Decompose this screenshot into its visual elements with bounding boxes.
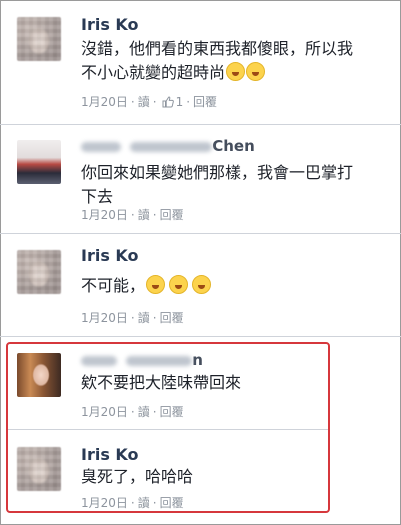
comment-text: 不可能， <box>81 274 391 298</box>
separator: · <box>152 404 157 419</box>
comment-text-line: 不可能， <box>81 276 146 295</box>
separator: · <box>130 495 135 510</box>
comment-author[interactable]: Iris Ko <box>81 445 139 464</box>
read-button[interactable]: 讀 <box>138 309 150 326</box>
avatar[interactable] <box>17 17 61 61</box>
comment-date[interactable]: 1月20日 <box>81 309 128 326</box>
reply-button[interactable]: 回覆 <box>160 403 184 420</box>
comment-meta: 1月20日 · 讀 · 1 · 回覆 <box>81 93 217 110</box>
comment-meta: 1月20日 · 讀 · 回覆 <box>81 309 184 326</box>
separator: · <box>152 495 157 510</box>
comment-author[interactable]: Iris Ko <box>81 246 139 265</box>
rofl-emoji-icon <box>169 275 189 294</box>
comment-text-line-last: 不小心就變的超時尚 <box>81 61 391 85</box>
comment-meta: 1月20日 · 讀 · 回覆 <box>81 206 184 223</box>
separator: · <box>186 94 191 109</box>
divider <box>0 124 401 125</box>
comment-date[interactable]: 1月20日 <box>81 494 128 511</box>
laughing-emoji-icon <box>246 62 266 81</box>
read-button[interactable]: 讀 <box>138 206 150 223</box>
avatar[interactable] <box>17 140 61 184</box>
comment-text: 臭死了，哈哈哈 <box>81 465 321 489</box>
divider <box>0 233 401 234</box>
separator: · <box>130 207 135 222</box>
divider <box>8 429 328 430</box>
separator: · <box>152 310 157 325</box>
reply-button[interactable]: 回覆 <box>160 206 184 223</box>
thumbs-up-icon[interactable] <box>162 96 174 108</box>
comment-text-line: 欸不要把大陸味帶回來 <box>81 373 242 392</box>
name-blur-mask <box>126 355 193 366</box>
name-blur-mask <box>81 141 121 152</box>
comment-date[interactable]: 1月20日 <box>81 93 128 110</box>
separator: · <box>130 404 135 419</box>
comment-text-line: 不小心就變的超時尚 <box>81 63 226 82</box>
separator: · <box>152 207 157 222</box>
comment-text: 欸不要把大陸味帶回來 <box>81 371 321 395</box>
separator: · <box>130 310 135 325</box>
comment-text-line: 臭死了，哈哈哈 <box>81 467 194 486</box>
comment-text-line: 沒錯，他們看的東西我都傻眼，所以我 <box>81 39 354 58</box>
read-button[interactable]: 讀 <box>138 93 150 110</box>
comment-meta: 1月20日 · 讀 · 回覆 <box>81 403 184 420</box>
read-button[interactable]: 讀 <box>138 403 150 420</box>
comment-text-line: 你回來如果變她們那樣，我會一巴掌打 <box>81 163 354 182</box>
comment-date[interactable]: 1月20日 <box>81 206 128 223</box>
separator: · <box>130 94 135 109</box>
reply-button[interactable]: 回覆 <box>160 494 184 511</box>
comment-author-blurred[interactable]: Chen <box>81 137 255 155</box>
divider <box>0 336 401 337</box>
name-blur-mask <box>81 355 117 366</box>
name-blur-mask <box>130 141 213 152</box>
reply-button[interactable]: 回覆 <box>193 93 217 110</box>
reply-button[interactable]: 回覆 <box>160 309 184 326</box>
comment-text: 你回來如果變她們那樣，我會一巴掌打 下去 <box>81 161 391 209</box>
comment-author: n <box>192 351 203 369</box>
laughing-emoji-icon <box>226 62 246 81</box>
avatar[interactable] <box>17 447 61 491</box>
avatar[interactable] <box>17 250 61 294</box>
read-button[interactable]: 讀 <box>138 494 150 511</box>
comment-author[interactable]: Iris Ko <box>81 15 139 34</box>
comment-text: 沒錯，他們看的東西我都傻眼，所以我 不小心就變的超時尚 <box>81 37 391 85</box>
comment-author-blurred[interactable]: n <box>81 351 203 369</box>
separator: · <box>152 94 157 109</box>
avatar[interactable] <box>17 353 61 397</box>
comment-author: Chen <box>212 137 255 155</box>
like-count: 1 <box>175 94 184 109</box>
comment-text-line: 不可能， <box>81 274 391 298</box>
comment-date[interactable]: 1月20日 <box>81 403 128 420</box>
rofl-emoji-icon <box>192 275 212 294</box>
rofl-emoji-icon <box>146 275 166 294</box>
comment-meta: 1月20日 · 讀 · 回覆 <box>81 494 184 511</box>
